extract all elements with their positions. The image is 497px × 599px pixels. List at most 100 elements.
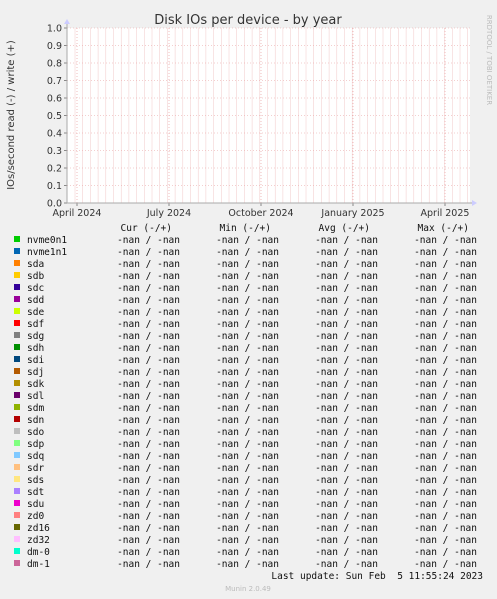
legend-series-name: dm-1 <box>27 559 50 570</box>
legend-value: -nan / -nan <box>216 547 279 558</box>
legend-value: -nan / -nan <box>414 427 477 438</box>
x-axis-arrow <box>472 200 477 206</box>
legend-value: -nan / -nan <box>216 235 279 246</box>
last-update: Last update: Sun Feb 5 11:55:24 2023 <box>271 571 483 582</box>
legend-value: -nan / -nan <box>414 319 477 330</box>
x-tick-label: April 2024 <box>53 208 102 219</box>
y-tick-label: 1.0 <box>47 24 62 35</box>
legend-value: -nan / -nan <box>315 379 378 390</box>
legend-value: -nan / -nan <box>117 259 180 270</box>
x-tick-label: July 2024 <box>146 208 191 219</box>
legend-value: -nan / -nan <box>414 499 477 510</box>
legend-value: -nan / -nan <box>216 487 279 498</box>
legend-value: -nan / -nan <box>117 499 180 510</box>
legend-value: -nan / -nan <box>117 523 180 534</box>
legend-swatch <box>14 332 20 338</box>
legend-value: -nan / -nan <box>315 391 378 402</box>
legend-value: -nan / -nan <box>117 439 180 450</box>
legend-series-name: sdp <box>27 439 44 450</box>
legend-value: -nan / -nan <box>216 247 279 258</box>
legend-value: -nan / -nan <box>315 259 378 270</box>
legend-value: -nan / -nan <box>216 511 279 522</box>
legend-series-name: sdn <box>27 415 44 426</box>
legend-value: -nan / -nan <box>414 379 477 390</box>
legend-swatch <box>14 524 20 530</box>
legend-series-name: zd32 <box>27 535 50 546</box>
legend-value: -nan / -nan <box>315 487 378 498</box>
munin-version: Munin 2.0.49 <box>225 585 271 593</box>
legend-value: -nan / -nan <box>414 355 477 366</box>
legend-value: -nan / -nan <box>315 283 378 294</box>
legend-value: -nan / -nan <box>315 451 378 462</box>
legend-value: -nan / -nan <box>315 415 378 426</box>
y-tick-label: 0.4 <box>47 129 62 140</box>
legend-value: -nan / -nan <box>216 271 279 282</box>
legend-swatch <box>14 344 20 350</box>
legend-series-name: sde <box>27 307 44 318</box>
y-tick-label: 0.3 <box>47 146 62 157</box>
legend-series-name: zd16 <box>27 523 50 534</box>
y-tick-label: 0.8 <box>47 59 62 70</box>
legend: Cur (-/+) Min (-/+) Avg (-/+) Max (-/+) nvme… <box>14 223 477 570</box>
legend-value: -nan / -nan <box>117 415 180 426</box>
legend-value: -nan / -nan <box>117 343 180 354</box>
legend-value: -nan / -nan <box>414 331 477 342</box>
legend-value: -nan / -nan <box>414 559 477 570</box>
chart-title: Disk IOs per device - by year <box>154 13 342 28</box>
legend-value: -nan / -nan <box>216 523 279 534</box>
legend-value: -nan / -nan <box>315 439 378 450</box>
legend-series-name: sdq <box>27 451 44 462</box>
legend-swatch <box>14 320 20 326</box>
legend-value: -nan / -nan <box>117 247 180 258</box>
legend-value: -nan / -nan <box>315 511 378 522</box>
legend-value: -nan / -nan <box>216 451 279 462</box>
legend-value: -nan / -nan <box>414 403 477 414</box>
legend-value: -nan / -nan <box>414 511 477 522</box>
legend-value: -nan / -nan <box>315 427 378 438</box>
legend-value: -nan / -nan <box>414 391 477 402</box>
legend-swatch <box>14 248 20 254</box>
y-tick-label: 0.5 <box>47 111 62 122</box>
legend-value: -nan / -nan <box>117 463 180 474</box>
legend-value: -nan / -nan <box>216 331 279 342</box>
legend-value: -nan / -nan <box>414 535 477 546</box>
rrdtool-credit: RRDTOOL / TOBI OETIKER <box>485 15 493 105</box>
legend-series-name: nvme1n1 <box>27 247 67 258</box>
legend-value: -nan / -nan <box>315 271 378 282</box>
legend-value: -nan / -nan <box>117 331 180 342</box>
legend-series-name: sdg <box>27 331 44 342</box>
x-tick-label: January 2025 <box>320 208 384 219</box>
y-axis-arrow <box>64 19 70 24</box>
legend-swatch <box>14 368 20 374</box>
legend-series-name: zd0 <box>27 511 44 522</box>
legend-value: -nan / -nan <box>216 343 279 354</box>
legend-value: -nan / -nan <box>117 367 180 378</box>
legend-value: -nan / -nan <box>315 343 378 354</box>
legend-value: -nan / -nan <box>315 331 378 342</box>
y-axis-label: IOs/second read (-) / write (+) <box>6 40 17 190</box>
legend-swatch <box>14 392 20 398</box>
legend-swatch <box>14 548 20 554</box>
legend-value: -nan / -nan <box>216 559 279 570</box>
legend-swatch <box>14 416 20 422</box>
legend-value: -nan / -nan <box>117 487 180 498</box>
legend-value: -nan / -nan <box>216 307 279 318</box>
y-tick-labels: 0.00.10.20.30.40.50.60.70.80.91.0 <box>47 24 62 210</box>
legend-series-name: sdl <box>27 391 44 402</box>
legend-value: -nan / -nan <box>315 307 378 318</box>
legend-series-name: sds <box>27 475 44 486</box>
legend-value: -nan / -nan <box>315 499 378 510</box>
legend-value: -nan / -nan <box>117 559 180 570</box>
legend-series-name: sdo <box>27 427 44 438</box>
y-tick-label: 0.9 <box>47 41 62 52</box>
legend-swatch <box>14 428 20 434</box>
legend-value: -nan / -nan <box>414 463 477 474</box>
legend-value: -nan / -nan <box>414 451 477 462</box>
legend-swatch <box>14 512 20 518</box>
legend-swatch <box>14 560 20 566</box>
legend-header: Cur (-/+) <box>121 223 172 234</box>
legend-swatch <box>14 296 20 302</box>
legend-swatch <box>14 404 20 410</box>
legend-value: -nan / -nan <box>216 427 279 438</box>
legend-value: -nan / -nan <box>216 403 279 414</box>
